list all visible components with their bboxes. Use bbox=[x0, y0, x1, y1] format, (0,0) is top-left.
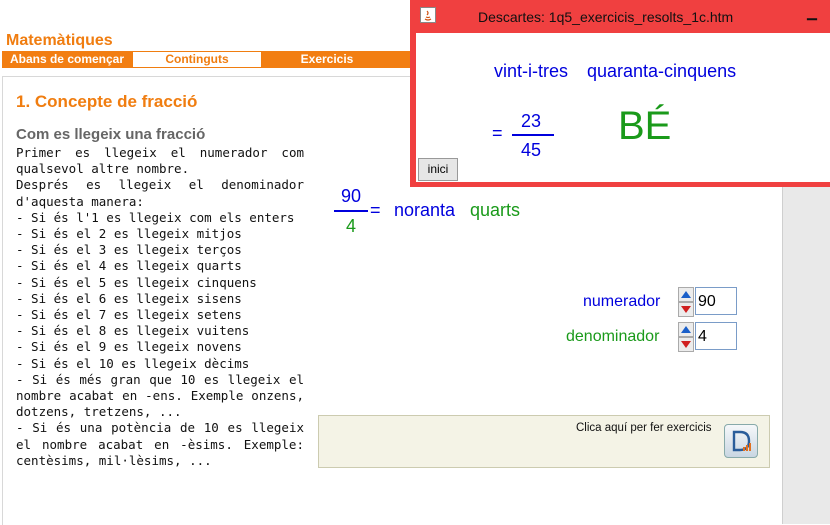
paragraph: Després es llegeix el denominador d'aque… bbox=[16, 177, 304, 209]
spin-down-icon[interactable] bbox=[678, 337, 694, 352]
paragraph: - Si és el 6 es llegeix sisens bbox=[16, 290, 242, 306]
inici-button[interactable]: inici bbox=[418, 158, 458, 181]
paragraph: - Si és el 9 es llegeix novens bbox=[16, 339, 242, 355]
paragraph: - Si és el 3 es llegeix terços bbox=[16, 242, 242, 258]
tab-continguts[interactable]: Continguts bbox=[132, 51, 262, 68]
fraction-bar bbox=[334, 210, 368, 212]
minimize-icon[interactable]: ▁ bbox=[803, 4, 821, 22]
paragraph: - Si és el 8 es llegeix vuitens bbox=[16, 323, 250, 339]
denominator-spinner bbox=[678, 322, 694, 352]
paragraph: - Si és una potència de 10 es llegeix el… bbox=[16, 420, 304, 468]
denominator-field[interactable]: 4 bbox=[695, 322, 737, 350]
fraction-denominator: 4 bbox=[345, 216, 356, 236]
tab-exercicis[interactable]: Exercicis bbox=[264, 52, 390, 67]
fraction-numerator: 90 bbox=[340, 186, 362, 206]
lesson-body: Primer es llegeix el numerador com quals… bbox=[16, 145, 304, 469]
popup-fraction-denominator: 45 bbox=[520, 140, 542, 160]
numerator-spinner bbox=[678, 287, 694, 317]
paragraph: - Si és més gran que 10 es llegeix el no… bbox=[16, 371, 304, 420]
brand-title: Matemàtiques bbox=[6, 32, 113, 49]
paragraph: - Si és el 7 es llegeix setens bbox=[16, 307, 242, 323]
spin-up-icon[interactable] bbox=[678, 322, 694, 337]
paragraph: - Si és el 2 es llegeix mitjos bbox=[16, 226, 242, 242]
popup-equals: = bbox=[492, 123, 503, 143]
numerator-label: numerador bbox=[583, 293, 661, 310]
lesson-subtitle: Com es llegeix una fracció bbox=[16, 126, 206, 143]
denominator-word: quarts bbox=[470, 200, 521, 220]
exercise-prompt: Clica aquí per fer exercicis bbox=[576, 422, 712, 434]
popup-numerator-word: vint-i-tres bbox=[494, 61, 569, 81]
paragraph: - Si és el 5 es llegeix cinquens bbox=[16, 274, 257, 290]
lesson-title: 1. Concepte de fracció bbox=[16, 92, 198, 111]
numerator-field[interactable]: 90 bbox=[695, 287, 737, 315]
exercise-button[interactable] bbox=[724, 424, 758, 458]
denominator-label: denominador bbox=[566, 328, 660, 345]
popup-fraction-numerator: 23 bbox=[520, 111, 542, 131]
paragraph: - Si és el 4 es llegeix quarts bbox=[16, 258, 242, 274]
java-icon bbox=[420, 7, 436, 23]
paragraph: Primer es llegeix el numerador com quals… bbox=[16, 145, 304, 177]
popup-verdict: BÉ bbox=[618, 104, 672, 148]
popup-fraction-bar bbox=[512, 134, 554, 136]
tab-abans-de-comencar[interactable]: Abans de començar bbox=[4, 52, 130, 67]
spin-down-icon[interactable] bbox=[678, 302, 694, 317]
popup-denominator-word: quaranta-cinquens bbox=[587, 61, 737, 81]
numerator-word: noranta bbox=[394, 200, 456, 220]
paragraph: - Si és el 10 es llegeix dècims bbox=[16, 355, 250, 371]
fraction-equals: = bbox=[370, 200, 381, 220]
popup-title: Descartes: 1q5_exercicis_resolts_1c.htm bbox=[478, 9, 734, 25]
paragraph: - Si és l'1 es llegeix com els enters bbox=[16, 209, 295, 225]
descartes-icon bbox=[732, 430, 751, 452]
spin-up-icon[interactable] bbox=[678, 287, 694, 302]
